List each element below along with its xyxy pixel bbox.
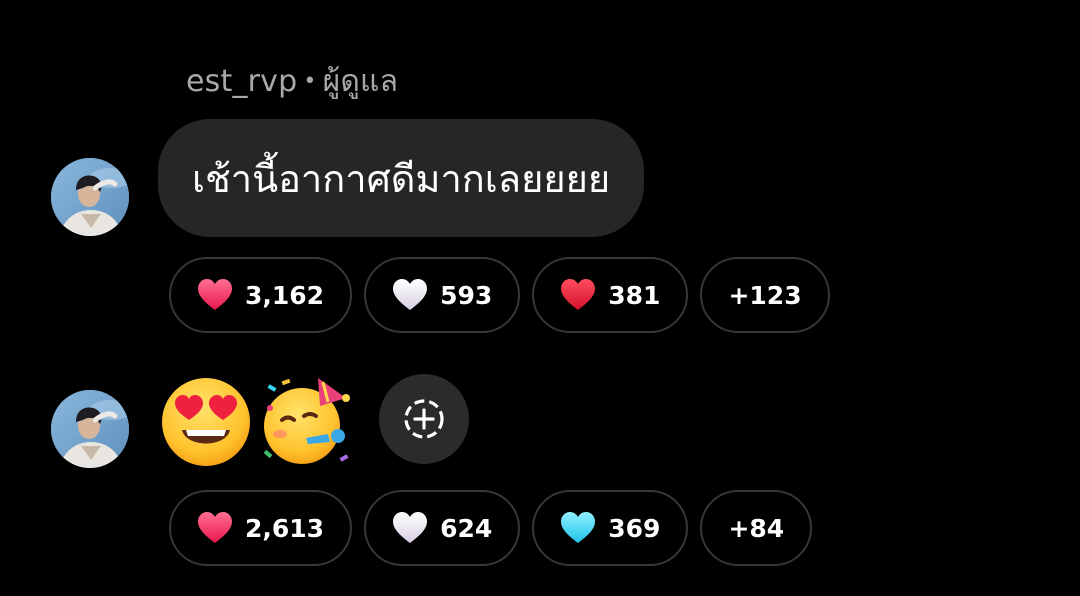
reaction-pill-more[interactable]: +84 xyxy=(700,490,813,566)
reaction-count: 3,162 xyxy=(245,280,325,310)
heart-eyes-emoji xyxy=(162,378,250,466)
reaction-count: 2,613 xyxy=(245,513,325,543)
reaction-pill-cyan-heart[interactable]: 369 xyxy=(532,490,689,566)
heart-red-icon xyxy=(560,278,596,312)
reaction-bar: 3,162 593 381 +123 xyxy=(169,257,830,333)
emoji-message[interactable] xyxy=(158,372,354,468)
avatar[interactable] xyxy=(51,158,129,236)
heart-cyan-icon xyxy=(560,511,596,545)
reaction-pill-white-heart[interactable]: 624 xyxy=(364,490,521,566)
reaction-pill-pink-heart[interactable]: 3,162 xyxy=(169,257,353,333)
add-reaction-icon xyxy=(404,399,444,439)
separator-dot: • xyxy=(303,69,317,94)
message-bubble[interactable]: เช้านี้อากาศดีมากเลยยยย xyxy=(158,119,645,237)
reaction-pill-more[interactable]: +123 xyxy=(700,257,830,333)
add-reaction-button[interactable] xyxy=(379,374,469,464)
sender-username[interactable]: est_rvp xyxy=(186,64,297,99)
message-sender-line: est_rvp • ผู้ดูแล xyxy=(186,58,398,105)
reaction-pill-pink-heart[interactable]: 2,613 xyxy=(169,490,353,566)
reaction-count: 624 xyxy=(440,513,493,543)
reaction-count: 593 xyxy=(440,280,493,310)
partying-face-emoji xyxy=(263,378,350,464)
heart-white-icon xyxy=(392,278,428,312)
message-text: เช้านี้อากาศดีมากเลยยยย xyxy=(192,156,611,201)
sender-role-badge: ผู้ดูแล xyxy=(322,64,399,99)
avatar[interactable] xyxy=(51,390,129,468)
reaction-pill-white-heart[interactable]: 593 xyxy=(364,257,521,333)
heart-pink-icon xyxy=(197,511,233,545)
more-reactions-count: +123 xyxy=(728,280,802,310)
heart-pink-icon xyxy=(197,278,233,312)
reaction-count: 381 xyxy=(608,280,661,310)
reaction-pill-red-heart[interactable]: 381 xyxy=(532,257,689,333)
more-reactions-count: +84 xyxy=(728,513,785,543)
heart-white-icon xyxy=(392,511,428,545)
reaction-bar: 2,613 624 369 +84 xyxy=(169,490,813,566)
chat-view: est_rvp • ผู้ดูแล เช้านี้อากาศดีมากเลยยยย … xyxy=(0,0,1080,596)
reaction-count: 369 xyxy=(608,513,661,543)
